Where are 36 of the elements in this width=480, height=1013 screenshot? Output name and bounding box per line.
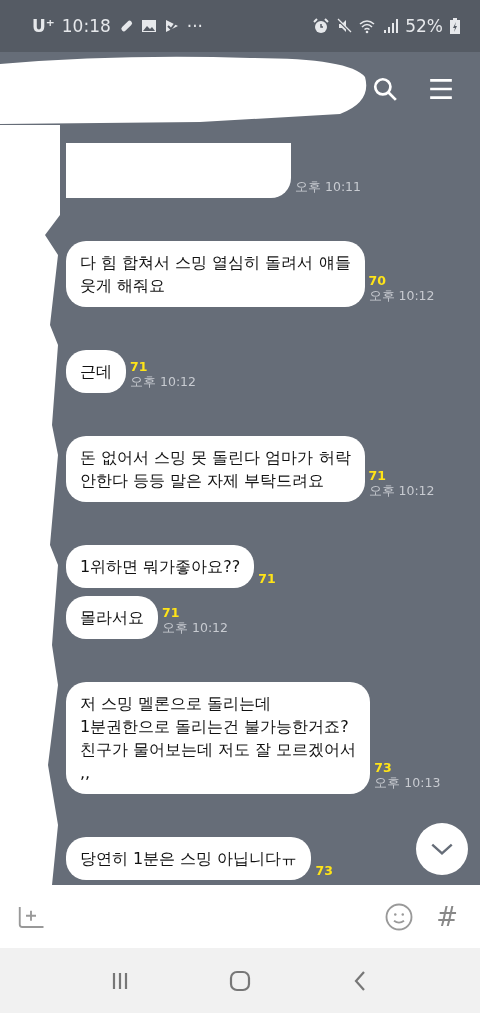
wifi-icon [359,18,376,34]
battery-charging-icon [450,18,460,34]
unread-count: 73 [374,760,393,775]
mute-icon [336,18,353,34]
message-bubble: 1위하면 뭐가좋아요?? [66,545,255,588]
check-flag-icon [163,18,180,34]
more-indicator: ··· [186,16,203,36]
hashtag-button[interactable]: # [430,901,464,932]
battery-level: 52% [405,16,443,36]
message-bubble: 돈 없어서 스밍 못 돌린다 엄마가 허락 안한다 등등 말은 자제 부탁드려요 [66,436,365,502]
carrier-label: U⁺ [32,16,55,36]
unread-count: 71 [162,605,181,620]
message-time: 오후 10:12 [130,374,196,391]
message-bubble: 저 스밍 멜론으로 돌리는데 1분권한으로 돌리는건 불가능한거죠? 친구가 물어보는데 저도 잘 모르겠어서 ,, [66,682,371,794]
image-icon [140,18,157,34]
message-bubble: 다 힘 합쳐서 스밍 열심히 돌려서 얘들 웃게 해줘요 [66,241,365,307]
message-bubble: 근데 [66,350,126,393]
smiley-icon[interactable] [384,901,415,932]
alarm-icon [313,18,330,34]
message-time: 오후 10:11 [295,179,361,196]
message-time: 오후 10:12 [368,483,435,500]
search-icon[interactable] [372,75,398,102]
status-time: 10:18 [61,16,111,36]
message-bubble: 당연히 1분은 스밍 아닙니다ㅠ [66,837,312,880]
message-time: 오후 10:12 [368,288,435,305]
unread-count: 73 [315,863,333,878]
home-icon[interactable] [228,968,252,993]
message-time: 오후 10:13 [374,775,441,792]
message-bubble: 몰라서요 [66,596,158,639]
unread-count: 71 [258,571,276,586]
message-time: 오후 10:12 [162,620,228,637]
scroll-down-button[interactable] [416,823,468,875]
unread-count: 71 [130,359,149,374]
unread-count: 71 [368,468,387,483]
unread-count: 70 [368,273,387,288]
signal-icon [382,18,399,34]
